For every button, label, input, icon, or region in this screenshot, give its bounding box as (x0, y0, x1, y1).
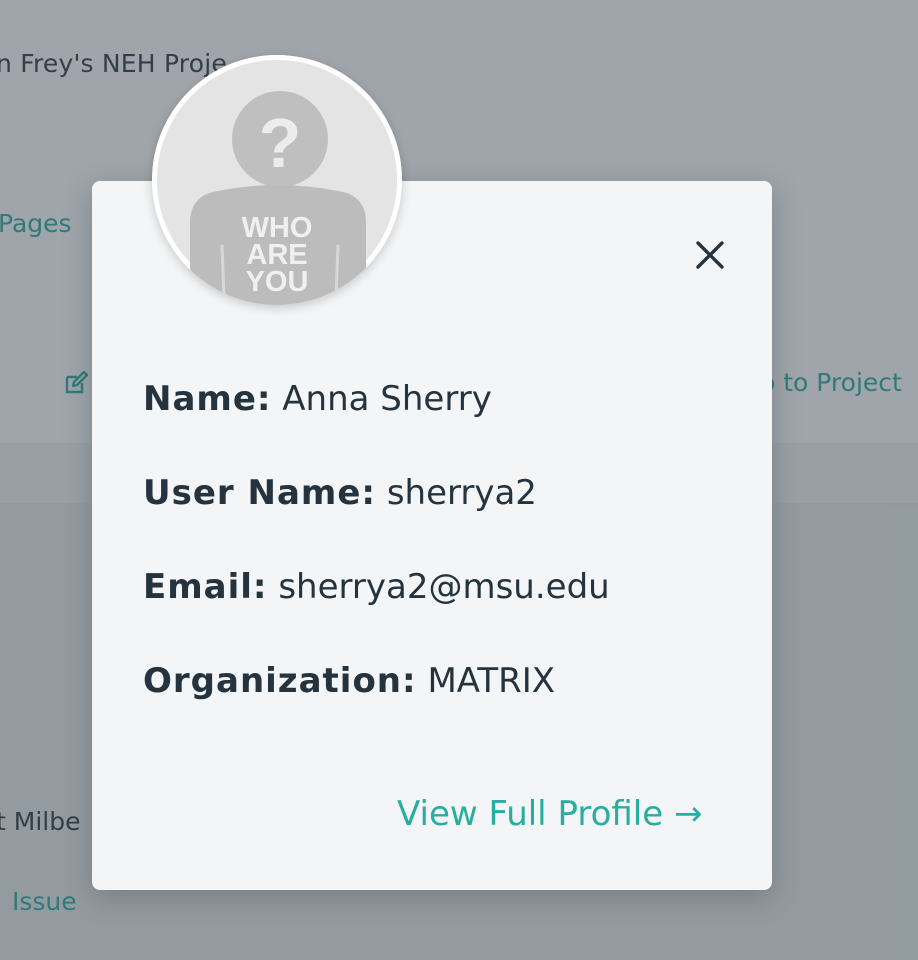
organization-row: Organization: MATRIX (143, 661, 555, 701)
email-value: sherrya2@msu.edu (278, 567, 610, 607)
avatar-caption-line: WHO (241, 212, 313, 244)
name-row: Name: Anna Sherry (143, 379, 492, 419)
username-label: User Name: (143, 473, 376, 513)
svg-text:?: ? (259, 104, 302, 182)
view-full-profile-link[interactable]: View Full Profile → (397, 794, 702, 834)
name-label: Name: (143, 379, 272, 419)
organization-label: Organization: (143, 661, 417, 701)
username-value: sherrya2 (386, 473, 537, 513)
organization-value: MATRIX (427, 661, 556, 701)
avatar-caption-line: YOU (245, 266, 309, 298)
username-row: User Name: sherrya2 (143, 473, 537, 513)
avatar-caption-line: ARE (246, 239, 308, 271)
avatar: ? WHO ARE YOU (152, 55, 402, 305)
close-button[interactable] (690, 235, 730, 275)
email-label: Email: (143, 567, 268, 607)
close-icon (696, 241, 724, 269)
name-value: Anna Sherry (282, 379, 492, 419)
email-row: Email: sherrya2@msu.edu (143, 567, 610, 607)
